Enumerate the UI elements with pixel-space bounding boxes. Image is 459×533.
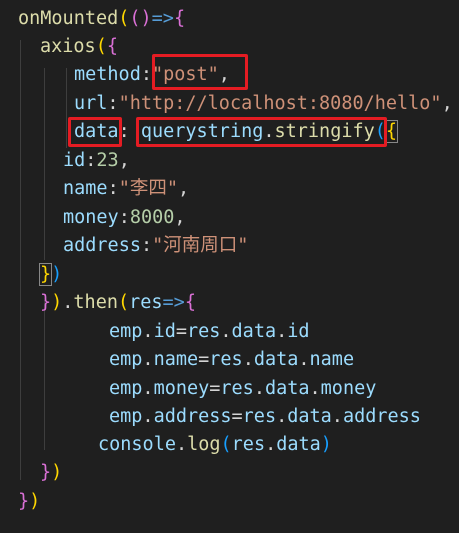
code-line: emp.address=res.data.address (109, 406, 421, 427)
indent-guide (20, 40, 21, 480)
code-line: }) (38, 263, 63, 286)
code-line: }).then(res=>{ (40, 292, 196, 313)
code-line: id:23, (63, 150, 130, 171)
code-line: url:"http://localhost:8080/hello", (74, 93, 453, 114)
code-line: money:8000, (63, 207, 186, 228)
method-highlight-box (152, 54, 248, 90)
code-editor[interactable]: onMounted(()=>{ axios({ method:"post", u… (0, 0, 459, 533)
code-line: }) (40, 462, 63, 483)
code-line: axios({ (40, 36, 118, 57)
code-line: address:"河南周口" (63, 235, 249, 256)
stringify-highlight-box (136, 117, 387, 147)
indent-guide (44, 300, 45, 450)
code-line: onMounted(()=>{ (18, 8, 186, 29)
indent-guide (44, 68, 45, 260)
code-line: }) (18, 491, 41, 512)
data-key-highlight-box (68, 117, 122, 147)
code-line: name:"李四", (63, 178, 190, 199)
code-line: emp.money=res.data.money (109, 378, 377, 399)
code-line: console.log(res.data) (98, 434, 332, 455)
code-line: emp.name=res.data.name (109, 349, 355, 370)
code-line: emp.id=res.data.id (109, 321, 310, 342)
indent-guide (66, 68, 67, 148)
